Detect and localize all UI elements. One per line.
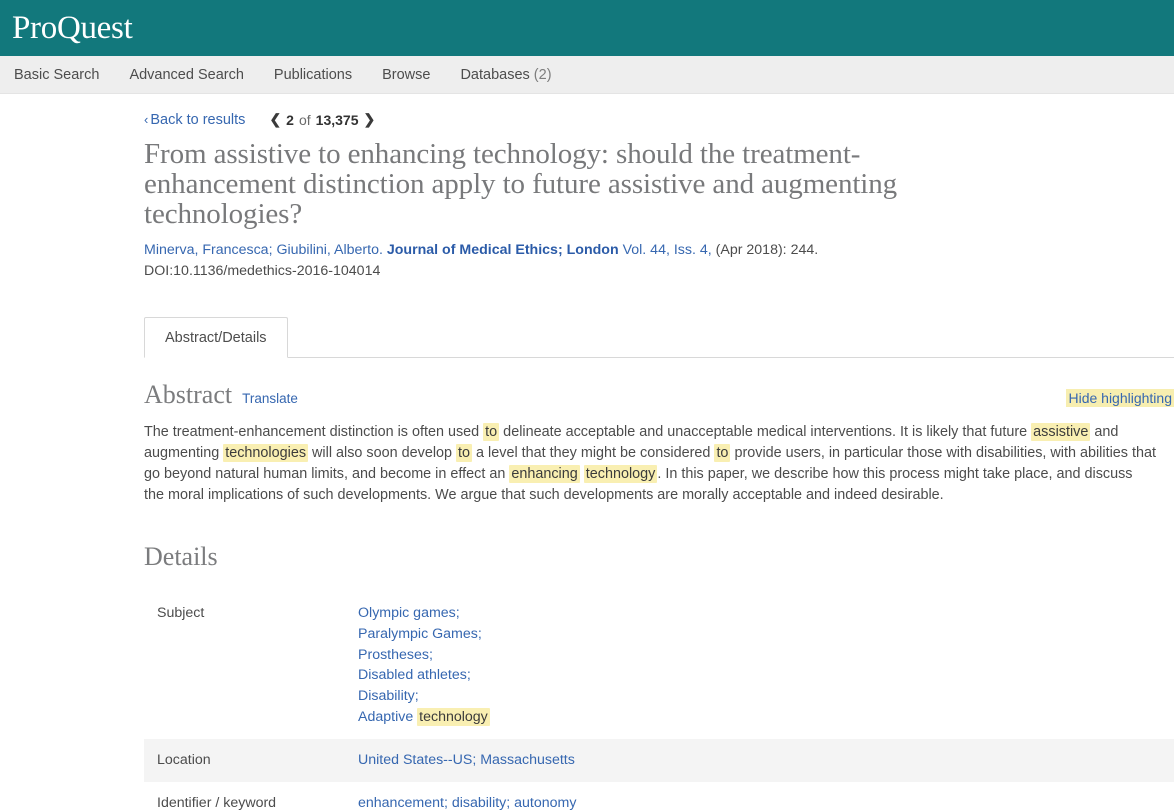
authors-link[interactable]: Minerva, Francesca; Giubilini, Alberto.	[144, 242, 383, 258]
back-to-results-label: Back to results	[150, 111, 246, 128]
tab-abstract-details[interactable]: Abstract/Details	[144, 317, 288, 358]
page-content: ‹ Back to results ❮ 2 of 13,375 ❯ From as…	[0, 94, 1174, 812]
nav-item-browse[interactable]: Browse	[382, 67, 430, 83]
nav-item-label: Basic Search	[14, 66, 100, 83]
highlighted-term: assistive	[1031, 423, 1091, 441]
nav-item-databases[interactable]: Databases (2)	[460, 67, 551, 83]
tab-strip: Abstract/Details	[144, 317, 1174, 358]
page-title: From assistive to enhancing technology: …	[144, 138, 898, 230]
detail-value-item[interactable]: Paralympic Games;	[358, 624, 1174, 645]
nav-item-label: Databases	[460, 66, 530, 83]
journal-link[interactable]: Journal of Medical Ethics; London	[387, 242, 619, 258]
citation-line: Minerva, Francesca; Giubilini, Alberto. …	[144, 240, 974, 282]
detail-value: United States--US; Massachusetts	[345, 739, 1174, 782]
detail-value: Olympic games; Paralympic Games; Prosthese…	[345, 592, 1174, 739]
result-pager: ❮ 2 of 13,375 ❯	[269, 111, 375, 128]
tab-label: Abstract/Details	[165, 330, 267, 346]
detail-value-item[interactable]: United States--US; Massachusetts	[358, 752, 575, 768]
detail-label: Subject	[157, 605, 205, 621]
nav-item-basic-search[interactable]: Basic Search	[14, 67, 99, 83]
detail-value-item[interactable]: Olympic games;	[358, 603, 1174, 624]
detail-label: Identifier / keyword	[157, 794, 277, 811]
detail-label: Location	[157, 751, 211, 768]
detail-value-item[interactable]: Adaptive technology	[358, 707, 1174, 728]
back-to-results-link[interactable]: ‹ Back to results	[144, 112, 245, 128]
detail-value: enhancement; disability; autonomy	[345, 782, 1174, 812]
nav-item-count: (2)	[529, 66, 552, 83]
details-section-heading: Details	[144, 542, 1174, 572]
site-header: ProQuest	[0, 0, 1174, 56]
detail-row: Location United States--US; Massachusetts	[144, 738, 1174, 782]
highlighted-term: technology	[417, 707, 490, 726]
abstract-heading-label: Abstract	[144, 380, 233, 409]
abstract-header-row: Abstract Translate Hide highlighting	[144, 380, 1174, 410]
details-table: Subject Olympic games; Paralympic Games; Pr…	[144, 592, 1174, 812]
detail-row: Subject Olympic games; Paralympic Games; Pr…	[144, 592, 1174, 739]
translate-link[interactable]: Translate	[242, 391, 298, 406]
highlighted-term: to	[456, 444, 473, 462]
nav-item-label: Publications	[273, 66, 353, 83]
proquest-logo[interactable]: ProQuest	[12, 11, 133, 45]
previous-result-icon[interactable]: ❮	[269, 111, 281, 128]
nav-item-publications[interactable]: Publications	[274, 67, 352, 83]
main-navigation: Basic Search Advanced Search Publications B…	[0, 56, 1174, 94]
highlighted-term: to	[483, 423, 500, 441]
highlighted-term: technologies	[223, 444, 309, 462]
abstract-text: The treatment-enhancement distinction is…	[144, 423, 1156, 503]
hide-highlighting-link[interactable]: Hide highlighting	[1066, 389, 1174, 407]
next-result-icon[interactable]: ❯	[363, 111, 375, 128]
highlighted-term: technology	[583, 465, 658, 483]
detail-value-item[interactable]: Prostheses;	[358, 645, 1174, 666]
current-result-number: 2	[286, 111, 294, 128]
detail-value-item[interactable]: Disability;	[358, 686, 1174, 707]
nav-item-label: Browse	[382, 66, 431, 83]
nav-item-advanced-search[interactable]: Advanced Search	[129, 67, 243, 83]
detail-value-item[interactable]: enhancement; disability; autonomy	[358, 795, 576, 811]
detail-value-item[interactable]: Disabled athletes;	[358, 665, 1174, 686]
details-heading-label: Details	[144, 542, 218, 571]
abstract-section-heading: Abstract Translate	[144, 380, 298, 410]
total-results-count: 13,375	[315, 111, 359, 128]
highlighted-term: to	[714, 444, 731, 462]
highlighted-term: enhancing	[509, 465, 580, 483]
detail-row: Identifier / keyword enhancement; disabil…	[144, 782, 1174, 812]
nav-item-label: Advanced Search	[129, 66, 244, 83]
back-caret-icon: ‹	[144, 111, 149, 127]
pager-of-label: of	[298, 111, 311, 128]
breadcrumb: ‹ Back to results ❮ 2 of 13,375 ❯	[144, 94, 1174, 128]
volume-issue-link[interactable]: Vol. 44, Iss. 4,	[623, 242, 712, 258]
